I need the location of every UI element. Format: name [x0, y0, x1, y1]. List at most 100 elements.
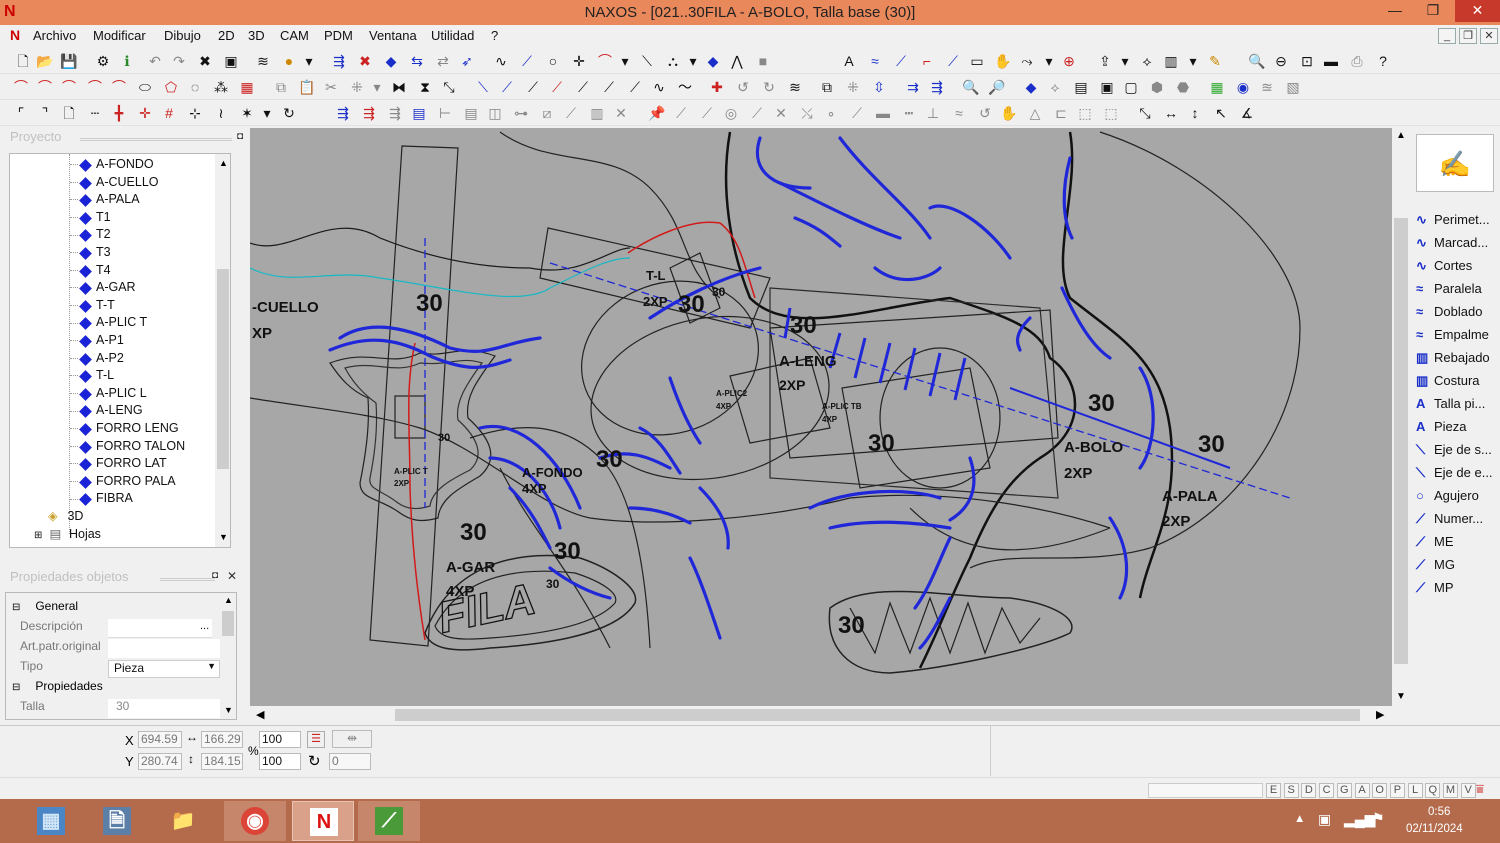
dim-h-icon[interactable]: ↔ — [1162, 104, 1180, 122]
menu-3d[interactable]: 3D — [248, 28, 265, 43]
scroll-down-icon[interactable]: ▼ — [224, 705, 233, 715]
measure-dropdown-icon[interactable]: ▾ — [1040, 52, 1058, 70]
tree-item-piece[interactable]: T4 — [70, 263, 111, 280]
marker-icon[interactable]: ◆ — [704, 52, 722, 70]
move-piece-icon[interactable]: ◆ — [382, 52, 400, 70]
copy-piece-icon[interactable]: ⇄ — [434, 52, 452, 70]
undo-icon[interactable]: ↶ — [146, 52, 164, 70]
tool-q-icon[interactable]: ⬚ — [1076, 104, 1094, 122]
wave-icon[interactable]: ≈ — [866, 52, 884, 70]
scale-x-field[interactable]: 100 — [259, 731, 301, 748]
tool-i-icon[interactable]: ▬ — [874, 104, 892, 122]
clock-date[interactable]: 02/11/2024 — [1406, 823, 1463, 835]
delete-piece-icon[interactable]: ✖ — [356, 52, 374, 70]
tray-expand-icon[interactable]: ▲ — [1294, 813, 1305, 825]
status-key-button[interactable]: S — [1283, 783, 1299, 798]
zoom-out-icon[interactable]: ⊖ — [1272, 52, 1290, 70]
cut-icon[interactable]: ✂ — [322, 78, 340, 96]
menu-modificar[interactable]: Modificar — [93, 28, 146, 43]
cross-2-icon[interactable]: ✕ — [612, 104, 630, 122]
tree-item-piece[interactable]: T2 — [70, 227, 111, 244]
open-folder-icon[interactable]: 📂 — [36, 52, 54, 70]
collapse-icon[interactable]: ⊟ — [12, 602, 26, 613]
dim-diag-icon[interactable]: ⤡ — [1136, 104, 1154, 122]
width-field[interactable]: 166.29 — [201, 731, 243, 748]
scroll-right-icon[interactable]: ▶ — [1376, 708, 1384, 721]
tree-item-piece[interactable]: A-GAR — [70, 280, 136, 297]
scroll-left-icon[interactable]: ◀ — [256, 708, 264, 721]
taskbar-leaf-app[interactable]: ⟋ — [358, 801, 420, 841]
diamond-tool-icon[interactable]: ◆ — [1022, 78, 1040, 96]
align-tool-button[interactable]: ☰ — [307, 731, 325, 748]
tool-item[interactable]: ▥ Rebajado — [1416, 350, 1490, 366]
corner-tool-1-icon[interactable]: ⌜ — [12, 104, 30, 122]
line-tool-6-icon[interactable]: ⟋ — [600, 78, 618, 96]
align-dropdown-icon[interactable]: ▾ — [368, 78, 386, 96]
split-piece-icon[interactable]: ⇶ — [928, 78, 946, 96]
cross-icon[interactable]: ✛ — [136, 104, 154, 122]
line-tool-5-icon[interactable]: ⟋ — [574, 78, 592, 96]
menu-pdm[interactable]: PDM — [324, 28, 353, 43]
canvas-hscroll-thumb[interactable] — [395, 709, 1360, 721]
point-icon[interactable]: ✛ — [570, 52, 588, 70]
menu-dibujo[interactable]: Dibujo — [164, 28, 201, 43]
line-tool-7-icon[interactable]: ⟋ — [626, 78, 644, 96]
artpatr-field[interactable] — [108, 639, 220, 658]
globe-icon[interactable]: ◉ — [1234, 78, 1252, 96]
section-general[interactable]: ⊟ General — [12, 599, 220, 619]
circle-icon[interactable]: ○ — [544, 52, 562, 70]
rotate-icon[interactable]: ↻ — [308, 752, 321, 770]
flip-v-icon[interactable]: ⧗ — [416, 78, 434, 96]
scroll-up-icon[interactable]: ▲ — [219, 158, 228, 168]
menu-archivo[interactable]: Archivo — [33, 28, 76, 43]
arc-tool-4-icon[interactable]: ⌒ — [86, 78, 104, 96]
pin-icon[interactable]: 📌 — [648, 104, 666, 122]
tree-item-piece[interactable]: FORRO LENG — [70, 421, 179, 438]
y-coordinate-field[interactable]: 280.74 — [138, 753, 182, 770]
scroll-up-icon[interactable]: ▲ — [1396, 130, 1406, 141]
zigzag-icon[interactable]: ⋀ — [728, 52, 746, 70]
export-dropdown-icon[interactable]: ▾ — [1116, 52, 1134, 70]
tool-o-icon[interactable]: △ — [1026, 104, 1044, 122]
mdi-close-button[interactable]: ✕ — [1480, 28, 1498, 44]
ellipse-icon[interactable]: ⬭ — [136, 78, 154, 96]
tool-item[interactable]: ⟋ MP — [1416, 580, 1454, 596]
ruler-icon[interactable]: ▬ — [1322, 52, 1340, 70]
status-key-button[interactable]: G — [1336, 783, 1352, 798]
align-icon[interactable]: ⁜ — [348, 78, 366, 96]
status-key-button[interactable]: M — [1443, 783, 1458, 798]
camera-icon[interactable]: ▣ — [1098, 78, 1116, 96]
tool-item[interactable]: ∿ Cortes — [1416, 258, 1472, 274]
columns-dropdown-icon[interactable]: ▾ — [1184, 52, 1202, 70]
new-file-icon[interactable]: 🗋 — [14, 52, 32, 70]
panel-pin-icon[interactable]: ◘ — [237, 131, 243, 142]
tool-m-icon[interactable]: ↺ — [976, 104, 994, 122]
tree-item-piece[interactable]: T-T — [70, 298, 115, 315]
tool-n-icon[interactable]: ✋ — [1000, 104, 1018, 122]
tree-item-piece[interactable]: FORRO PALA — [70, 474, 176, 491]
x-coordinate-field[interactable]: 694.59 — [138, 731, 182, 748]
arc-tool-3-icon[interactable]: ⌒ — [60, 78, 78, 96]
status-key-button[interactable]: C — [1319, 783, 1335, 798]
tree-scrollbar[interactable]: ▲ ▼ — [215, 154, 230, 547]
tool-l-icon[interactable]: ≈ — [950, 104, 968, 122]
tool-item[interactable]: ⟋ ME — [1416, 534, 1454, 550]
tool-k-icon[interactable]: ⊥ — [924, 104, 942, 122]
taskbar-file-explorer[interactable]: 📁 — [152, 801, 214, 841]
rotation-field[interactable]: 0 — [329, 753, 371, 770]
arc-tool-1-icon[interactable]: ⌒ — [12, 78, 30, 96]
canvas-vscroll-thumb[interactable] — [1394, 218, 1408, 664]
tool-item[interactable]: ∿ Marcad... — [1416, 235, 1488, 251]
duplicate-icon[interactable]: ⧉ — [818, 78, 836, 96]
close-button[interactable]: ✕ — [1455, 0, 1500, 22]
grade-icon[interactable]: ⟡ — [1138, 52, 1156, 70]
star-dropdown-icon[interactable]: ▾ — [258, 104, 276, 122]
merge-icon[interactable]: ⇉ — [904, 78, 922, 96]
properties-scroll-thumb[interactable] — [222, 611, 234, 636]
tree-scroll-thumb[interactable] — [217, 269, 229, 469]
shape-1-icon[interactable]: ⬢ — [1148, 78, 1166, 96]
layer-stack-icon[interactable]: ≊ — [1258, 78, 1276, 96]
collapse-icon[interactable]: ⊟ — [12, 682, 26, 693]
tool-item[interactable]: ≈ Doblado — [1416, 304, 1482, 319]
height-field[interactable]: 184.15 — [201, 753, 243, 770]
